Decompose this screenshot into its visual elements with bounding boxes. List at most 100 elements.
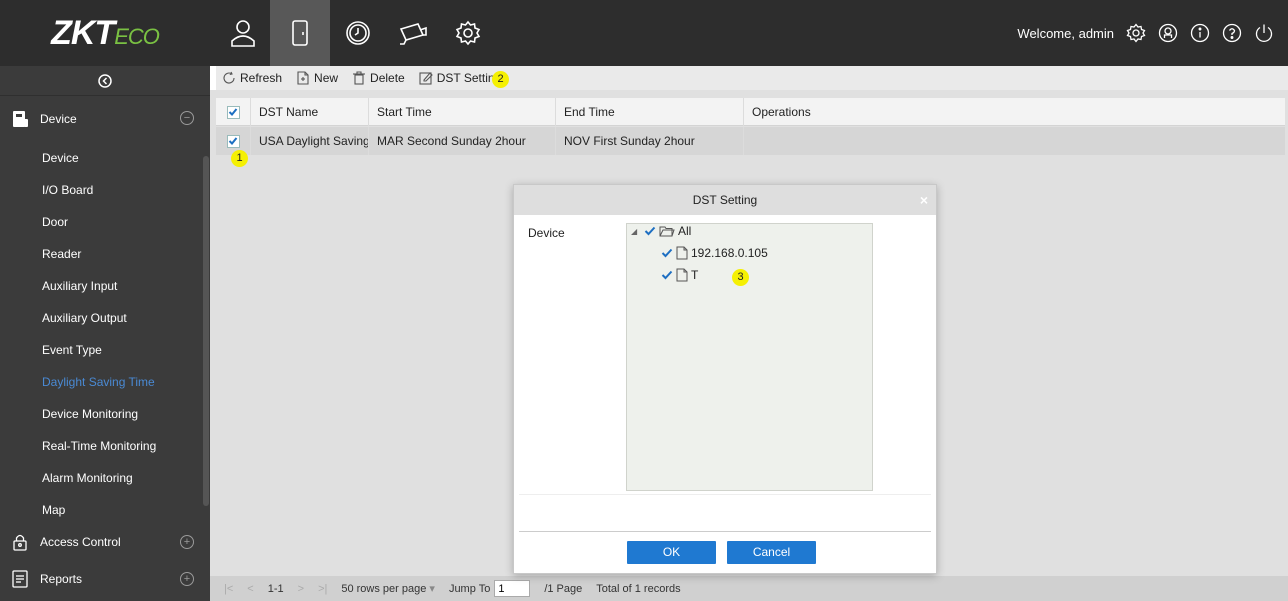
sidebar: Device − Device I/O Board Door Reader Au… [0, 66, 210, 601]
column-header-end-time[interactable]: End Time [556, 98, 744, 126]
sidebar-scrollbar[interactable] [203, 156, 209, 506]
next-page-icon[interactable]: > [298, 583, 304, 595]
top-right-area: Welcome, admin [1017, 0, 1274, 66]
info-icon[interactable] [1190, 23, 1210, 43]
sidebar-item-reader[interactable]: Reader [0, 238, 210, 270]
user-circle-icon[interactable] [1158, 23, 1178, 43]
tree-node-device-t[interactable]: T [661, 268, 698, 282]
annotation-badge-3: 3 [732, 269, 749, 286]
clock-nav-icon[interactable] [330, 0, 385, 66]
sidebar-item-device[interactable]: Device [0, 142, 210, 174]
select-all-checkbox[interactable] [216, 98, 251, 126]
sidebar-item-alarm-monitoring[interactable]: Alarm Monitoring [0, 462, 210, 494]
top-bar: ZKTECO Welcome, admin [0, 0, 1288, 66]
page-range: 1-1 [267, 582, 284, 595]
top-nav [215, 0, 495, 66]
jump-to-label: Jump To [448, 582, 491, 595]
sidebar-group-label: Device [40, 112, 77, 126]
camera-nav-icon[interactable] [385, 0, 440, 66]
total-records: Total of 1 records [596, 582, 681, 595]
sidebar-menu: Device I/O Board Door Reader Auxiliary I… [0, 142, 210, 600]
edit-icon [419, 72, 433, 85]
sidebar-item-door[interactable]: Door [0, 206, 210, 238]
sidebar-item-device-monitoring[interactable]: Device Monitoring [0, 398, 210, 430]
sidebar-group-access-control[interactable]: Access Control + [0, 526, 210, 558]
tree-node-all[interactable]: ◢ All [631, 224, 691, 238]
file-icon [676, 246, 688, 260]
divider [519, 531, 931, 532]
sidebar-group-device[interactable]: Device − [0, 96, 210, 142]
collapse-group-icon[interactable]: − [180, 111, 194, 125]
grid-header: DST Name Start Time End Time Operations [216, 98, 1285, 126]
gear-icon[interactable] [1126, 23, 1146, 43]
sidebar-group-label: Access Control [40, 535, 121, 549]
device-tree: ◢ All 192.168.0.105 T 3 [626, 223, 873, 491]
folder-icon [659, 226, 675, 237]
personnel-nav-icon[interactable] [215, 0, 270, 66]
dialog-title-bar: DST Setting × [514, 185, 936, 215]
table-row[interactable]: USA Daylight Saving Tin MAR Second Sunda… [216, 127, 1285, 155]
ok-button[interactable]: OK [627, 541, 716, 564]
tree-node-device-ip[interactable]: 192.168.0.105 [661, 246, 768, 260]
expand-group-icon[interactable]: + [180, 572, 194, 586]
sidebar-item-daylight-saving-time[interactable]: Daylight Saving Time [0, 366, 210, 398]
dst-setting-button[interactable]: DST Setting [419, 71, 501, 85]
dialog-title: DST Setting [692, 193, 758, 207]
sidebar-group-label: Reports [40, 572, 83, 586]
device-label: Device [528, 226, 565, 240]
column-header-dst-name[interactable]: DST Name [251, 98, 369, 126]
lock-icon [13, 534, 27, 551]
settings-nav-icon[interactable] [440, 0, 495, 66]
tree-node-label: 192.168.0.105 [691, 246, 768, 260]
sidebar-item-map[interactable]: Map [0, 494, 210, 526]
power-icon[interactable] [1254, 23, 1274, 43]
annotation-badge-1: 1 [231, 150, 248, 167]
divider [519, 494, 931, 495]
jump-to-input[interactable] [494, 580, 531, 597]
cell-end-time: NOV First Sunday 2hour [556, 127, 744, 155]
new-document-icon [297, 71, 309, 85]
sidebar-item-io-board[interactable]: I/O Board [0, 174, 210, 206]
first-page-icon[interactable]: |< [224, 583, 233, 595]
door-nav-icon[interactable] [270, 0, 330, 66]
collapse-chevron-icon [98, 73, 112, 88]
report-icon [12, 570, 28, 588]
dst-setting-dialog: DST Setting × Device ◢ All 192.168.0.105… [513, 184, 937, 574]
cell-start-time: MAR Second Sunday 2hour [369, 127, 556, 155]
cancel-button[interactable]: Cancel [727, 541, 816, 564]
delete-button[interactable]: Delete [352, 71, 405, 85]
tree-checkbox[interactable] [644, 225, 656, 237]
zkteco-logo: ZKTECO [51, 13, 160, 52]
tree-node-label: T [691, 268, 699, 282]
sidebar-item-auxiliary-input[interactable]: Auxiliary Input [0, 270, 210, 302]
sidebar-item-event-type[interactable]: Event Type [0, 334, 210, 366]
collapse-sidebar-button[interactable] [0, 66, 210, 96]
welcome-text: Welcome, admin [1017, 25, 1114, 41]
sidebar-item-auxiliary-output[interactable]: Auxiliary Output [0, 302, 210, 334]
page-count: /1 Page [544, 582, 583, 595]
refresh-button[interactable]: Refresh [222, 71, 282, 85]
file-icon [676, 268, 688, 282]
device-icon [13, 111, 28, 127]
last-page-icon[interactable]: >| [318, 583, 327, 595]
expand-group-icon[interactable]: + [180, 535, 194, 549]
expand-arrow-icon[interactable]: ◢ [631, 227, 641, 236]
toolbar: Refresh New Delete DST Setting [216, 66, 1288, 90]
cell-dst-name: USA Daylight Saving Tin [251, 127, 369, 155]
sidebar-group-reports[interactable]: Reports + [0, 558, 210, 600]
pagination-bar: |< < 1-1 > >| 50 rows per page ▾ Jump To… [210, 576, 1288, 601]
tree-checkbox[interactable] [661, 247, 673, 259]
prev-page-icon[interactable]: < [247, 583, 253, 595]
cell-operations [744, 127, 1285, 155]
new-button[interactable]: New [296, 71, 338, 85]
rows-per-page-select[interactable]: 50 rows per page ▾ [341, 582, 435, 595]
column-header-operations[interactable]: Operations [744, 98, 1285, 126]
sidebar-item-real-time-monitoring[interactable]: Real-Time Monitoring [0, 430, 210, 462]
column-header-start-time[interactable]: Start Time [369, 98, 556, 126]
refresh-icon [223, 71, 235, 84]
help-icon[interactable] [1222, 23, 1242, 43]
tree-node-label: All [678, 224, 692, 238]
annotation-badge-2: 2 [492, 71, 509, 88]
tree-checkbox[interactable] [661, 269, 673, 281]
close-icon[interactable]: × [920, 185, 928, 215]
